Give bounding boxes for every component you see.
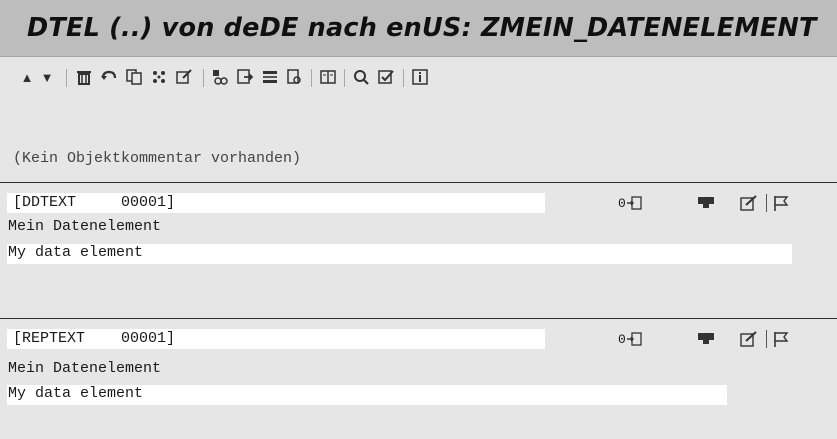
format-icon[interactable] — [260, 67, 280, 87]
toolbar-separator — [344, 69, 345, 87]
block-separator — [766, 330, 767, 348]
transfer-icon — [626, 196, 642, 210]
search-text-icon[interactable] — [285, 67, 305, 87]
transfer-icon — [626, 332, 642, 346]
toolbar-separator — [403, 69, 404, 87]
arrow-down-icon[interactable]: ▼ — [37, 67, 57, 87]
text-block-ddtext: [DDTEXT 00001] 0 Mein Datenelement My da… — [0, 182, 837, 318]
toolbar-separator — [203, 69, 204, 87]
target-text[interactable]: My data element — [8, 385, 143, 402]
check-icon[interactable] — [376, 67, 396, 87]
counter-badge[interactable]: 0 — [618, 329, 642, 349]
text-icon[interactable] — [210, 67, 230, 87]
counter-value: 0 — [618, 331, 626, 347]
zoom-icon[interactable] — [351, 67, 371, 87]
source-text: Mein Datenelement — [8, 218, 162, 235]
block-separator — [766, 194, 767, 212]
window-title: DTEL (..) von deDE nach enUS: ZMEIN_DATE… — [27, 13, 817, 43]
text-block-reptext: [REPTEXT 00001] 0 Mein Datenelement My d… — [0, 318, 837, 439]
delete-icon[interactable] — [74, 67, 94, 87]
block-divider — [0, 182, 837, 183]
edit-icon[interactable] — [174, 67, 194, 87]
block-divider — [0, 318, 837, 319]
stamp-icon[interactable] — [697, 329, 715, 349]
flag-icon[interactable] — [772, 193, 790, 213]
proposal-icon[interactable] — [149, 67, 169, 87]
source-text: Mein Datenelement — [8, 360, 162, 377]
undo-icon[interactable] — [99, 67, 119, 87]
copy-icon[interactable] — [124, 67, 144, 87]
object-comment: (Kein Objektkommentar vorhanden) — [13, 150, 302, 167]
edit-icon[interactable] — [740, 193, 758, 213]
flag-icon[interactable] — [772, 329, 790, 349]
toolbar-separator — [66, 69, 67, 87]
counter-value: 0 — [618, 195, 626, 211]
edit-icon[interactable] — [740, 329, 758, 349]
block-header: [DDTEXT 00001] — [13, 194, 176, 211]
info-icon[interactable] — [410, 67, 430, 87]
block-header: [REPTEXT 00001] — [13, 330, 176, 347]
title-bar: DTEL (..) von deDE nach enUS: ZMEIN_DATE… — [0, 0, 837, 57]
toolbar: ▲ ▼ — [0, 57, 837, 97]
stamp-icon[interactable] — [697, 193, 715, 213]
split-view-icon[interactable] — [318, 67, 338, 87]
target-text[interactable]: My data element — [8, 244, 143, 261]
insert-icon[interactable] — [235, 67, 255, 87]
toolbar-separator — [311, 69, 312, 87]
arrow-up-icon[interactable]: ▲ — [17, 67, 37, 87]
counter-badge[interactable]: 0 — [618, 193, 642, 213]
